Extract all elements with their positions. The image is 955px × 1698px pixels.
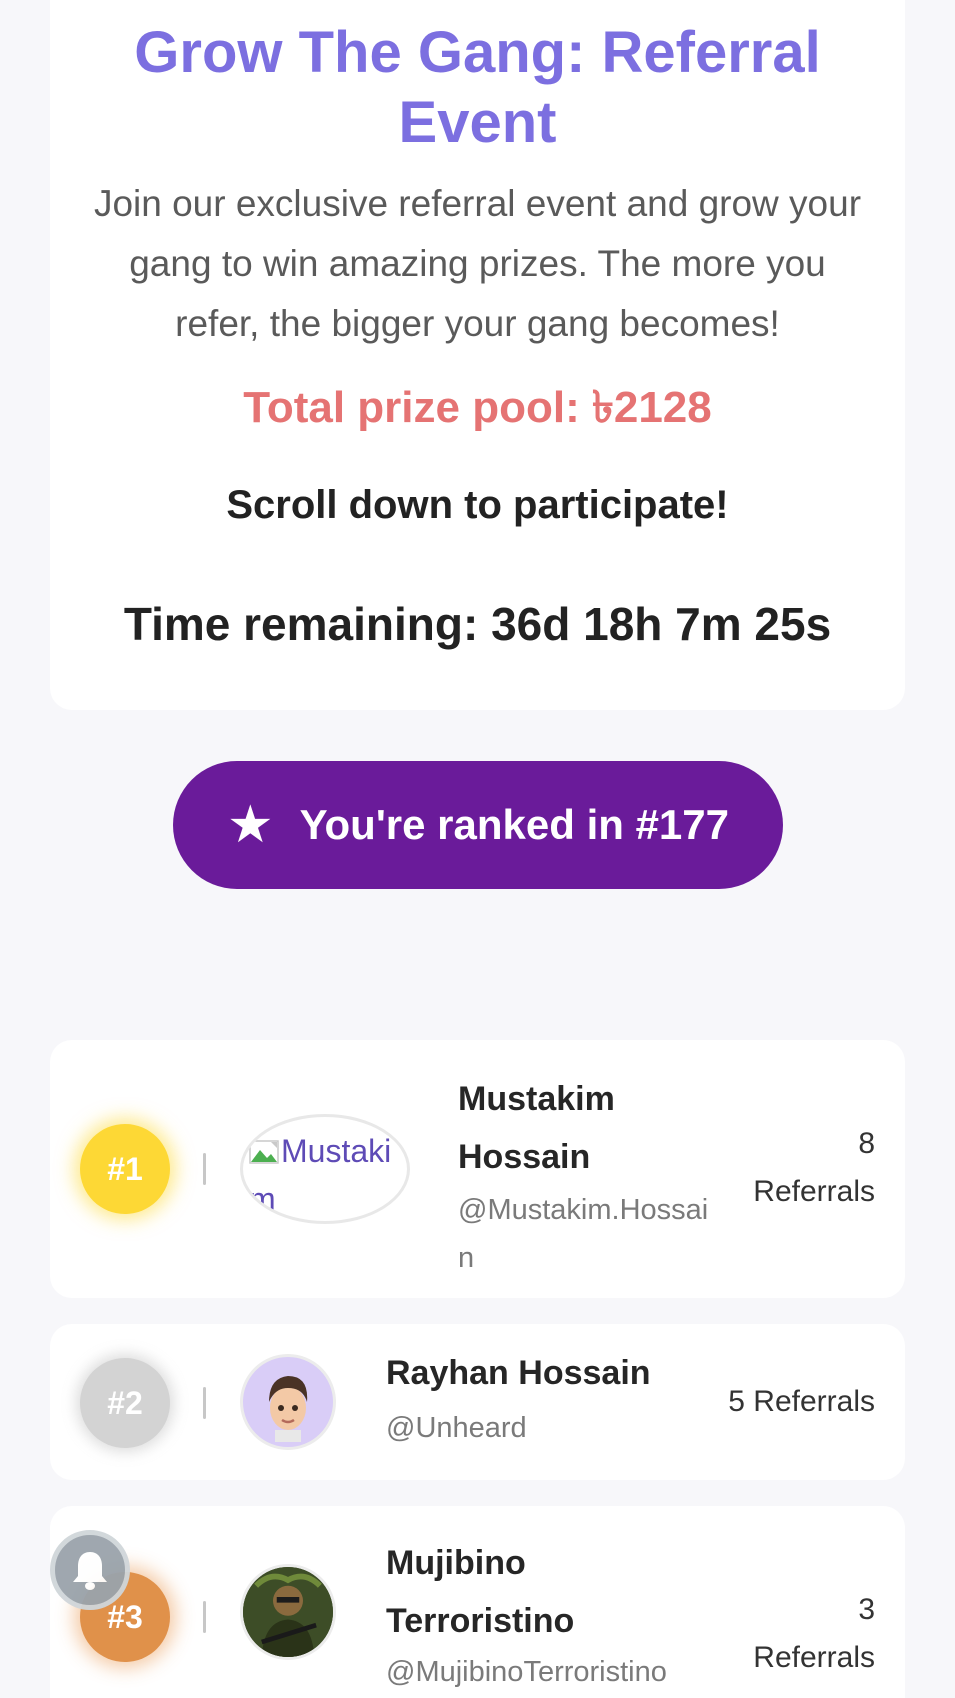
user-handle: @MujibinoTerroristino [386, 1656, 667, 1688]
referral-count: 8 Referrals [753, 1127, 875, 1208]
divider [203, 1601, 206, 1633]
divider [203, 1387, 206, 1419]
event-description: Join our exclusive referral event and gr… [93, 183, 862, 344]
referral-event-page: Grow The Gang: Referral Event Join our e… [0, 0, 955, 1698]
broken-image-icon [249, 1140, 279, 1164]
bell-icon [73, 1552, 107, 1590]
leaderboard-row[interactable]: #1 Mustakim Mustakim Hossain @Mustakim.H… [50, 1040, 905, 1298]
user-name: Mustakim Hossain [458, 1080, 615, 1176]
event-hero-card: Grow The Gang: Referral Event Join our e… [50, 0, 905, 710]
star-icon: ★ [226, 796, 274, 854]
referral-count: 5 Referrals [728, 1385, 875, 1418]
profile-photo-icon [243, 1567, 333, 1657]
divider [203, 1153, 206, 1185]
leaderboard-row[interactable]: #2 Rayhan Hossain @Unheard 5 Referrals [50, 1324, 905, 1480]
prize-pool: Total prize pool: ৳2128 [243, 383, 712, 432]
user-handle: @Mustakim.Hossain [458, 1194, 709, 1274]
referral-count: 3 Referrals [753, 1593, 875, 1674]
user-name: Rayhan Hossain [386, 1354, 651, 1392]
user-name: Mujibino Terroristino [386, 1544, 575, 1640]
event-title: Grow The Gang: Referral Event [134, 20, 821, 155]
avatar [240, 1564, 336, 1660]
memoji-avatar-icon [269, 1376, 308, 1442]
avatar: Mustakim [240, 1114, 410, 1224]
scroll-hint: Scroll down to participate! [226, 483, 729, 527]
avatar [240, 1354, 336, 1450]
user-handle: @Unheard [386, 1412, 527, 1444]
countdown-timer: Time remaining: 36d 18h 7m 25s [123, 598, 832, 650]
notification-button[interactable] [50, 1530, 130, 1610]
rank-badge: #1 [80, 1124, 170, 1214]
your-rank-button[interactable]: ★ You're ranked in #177 [173, 761, 783, 889]
your-rank-label: You're ranked in #177 [299, 801, 730, 848]
leaderboard-row[interactable]: #3 Mujibino Terroristino @MujibinoTerror… [50, 1506, 905, 1698]
rank-badge: #2 [80, 1358, 170, 1448]
